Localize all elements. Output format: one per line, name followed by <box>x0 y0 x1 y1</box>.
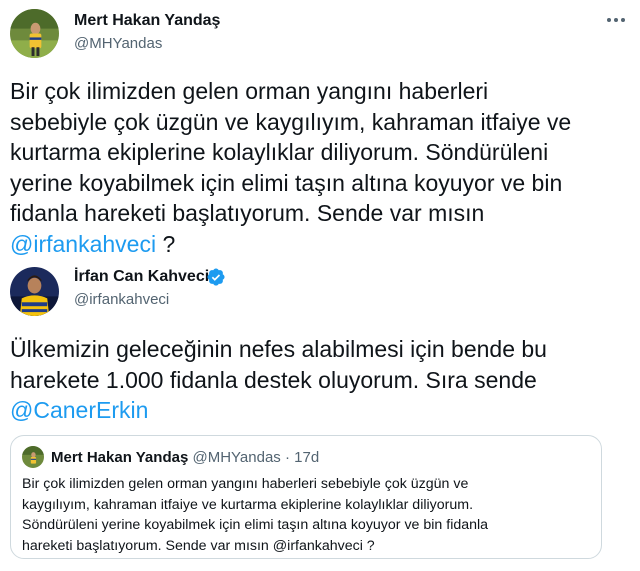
quote-avatar <box>22 446 44 468</box>
tweet-text-trailing: ? <box>156 230 176 257</box>
tweet-irfan-can: İrfan Can Kahveci @irfankahveci Ülkemizi… <box>0 258 640 571</box>
tweet-screenshot: Mert Hakan Yandaş @MHYandas Bir çok ilim… <box>0 0 640 571</box>
quote-time: 17d <box>294 449 320 466</box>
author-handle[interactable]: @MHYandas <box>74 35 162 52</box>
tweet-text: Ülkemizin geleceğinin nefes alabilmesi i… <box>10 334 547 426</box>
quote-text-line: hareketi başlatıyorum. Sende var mısın @… <box>22 537 375 554</box>
tweet-text-line: kurtarma ekiplerine kolaylıklar diliyoru… <box>10 139 549 165</box>
tweet-text-line: harekete 1.000 fidanla destek oluyorum. … <box>10 366 537 393</box>
more-horizontal-icon[interactable] <box>604 16 628 24</box>
quote-text-line: kaygılıyım, kahraman itfaiye ve kurtarma… <box>22 496 474 513</box>
quote-text: Bir çok ilimizden gelen orman yangını ha… <box>22 474 488 556</box>
avatar[interactable] <box>10 9 59 58</box>
quote-text-line: Bir çok ilimizden gelen orman yangını ha… <box>22 476 469 492</box>
quote-text-line: Söndürüleni yerine koyabilmek için elimi… <box>22 517 489 533</box>
quote-separator: · <box>284 449 290 466</box>
quote-header: Mert Hakan Yandaş @MHYandas · 17d <box>51 449 319 466</box>
mention-link[interactable]: @CanerErkin <box>10 395 547 426</box>
tweet-text-last-line: @irfankahveci ? <box>10 229 571 260</box>
tweet-text: Bir çok ilimizden gelen orman yangını ha… <box>10 76 571 259</box>
mention-link[interactable]: @irfankahveci <box>10 231 156 257</box>
author-handle[interactable]: @irfankahveci <box>74 291 169 308</box>
verified-badge-icon <box>207 268 225 286</box>
quote-author-name: Mert Hakan Yandaş <box>51 449 189 466</box>
quoted-tweet[interactable]: Mert Hakan Yandaş @MHYandas · 17d Bir ço… <box>10 435 602 559</box>
author-name[interactable]: Mert Hakan Yandaş <box>74 12 220 30</box>
tweet-text-line: sebebiyle çok üzgün ve kaygılıyım, kahra… <box>10 108 572 135</box>
tweet-text-line: Bir çok ilimizden gelen orman yangını ha… <box>10 78 489 104</box>
tweet-mert-hakan: Mert Hakan Yandaş @MHYandas Bir çok ilim… <box>0 0 640 258</box>
author-name[interactable]: İrfan Can Kahveci <box>74 268 209 286</box>
tweet-text-line: fidanla hareketi başlatıyorum. Sende var… <box>10 200 485 226</box>
tweet-text-line: Ülkemizin geleceğinin nefes alabilmesi i… <box>10 336 547 362</box>
quote-author-handle: @MHYandas <box>192 449 281 466</box>
avatar[interactable] <box>10 267 59 316</box>
tweet-text-line: yerine koyabilmek için elimi taşın altın… <box>10 169 563 196</box>
